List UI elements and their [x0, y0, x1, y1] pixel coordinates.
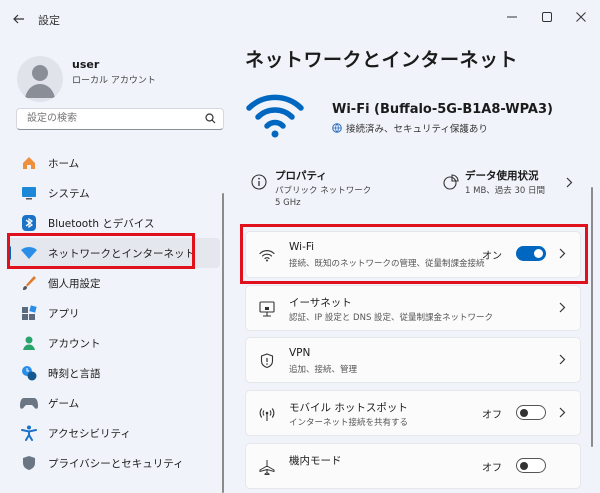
shield-icon	[258, 352, 276, 370]
airplane-mode-card[interactable]: 機内モード オフ	[245, 443, 581, 489]
highlight-box-network	[7, 233, 195, 269]
minimize-icon	[507, 16, 517, 18]
minimize-button[interactable]	[497, 6, 527, 28]
time-language-icon	[20, 364, 38, 382]
hotspot-icon	[258, 405, 276, 423]
app-title: 設定	[38, 14, 60, 27]
gaming-icon	[20, 394, 38, 412]
sidebar-item-label: アプリ	[48, 307, 80, 320]
accessibility-icon	[20, 424, 38, 442]
account-icon	[20, 334, 38, 352]
sidebar-item-label: ゲーム	[48, 397, 80, 410]
account-type: ローカル アカウント	[72, 76, 156, 86]
nav-list: ホーム システム Bluetooth とデバイス ネットワークとインターネット …	[8, 148, 220, 478]
close-icon	[576, 12, 586, 22]
search-icon[interactable]	[205, 113, 216, 124]
pie-chart-icon	[443, 174, 459, 190]
card-subtitle: 追加、接続、管理	[289, 365, 358, 375]
card-subtitle: インターネット接続を共有する	[289, 418, 409, 428]
maximize-button[interactable]	[532, 6, 562, 28]
toggle-state-label: オフ	[482, 410, 502, 421]
connection-status-text: 接続済み、セキュリティ保護あり	[346, 124, 488, 135]
toggle-state-label: オフ	[482, 463, 502, 474]
ethernet-icon	[258, 300, 276, 318]
brush-icon	[20, 274, 38, 292]
card-title: モバイル ホットスポット	[289, 402, 408, 414]
data-usage-button[interactable]: データ使用状況 1 MB、過去 30 日間	[441, 158, 581, 212]
chevron-right-icon	[559, 354, 566, 365]
hotspot-card[interactable]: モバイル ホットスポット インターネット接続を共有する オフ	[245, 390, 581, 436]
sidebar-item-apps[interactable]: アプリ	[8, 298, 220, 328]
network-band: 5 GHz	[275, 198, 301, 208]
network-profile: パブリック ネットワーク	[275, 186, 372, 196]
connection-name: Wi-Fi (Buffalo-5G-B1A8-WPA3)	[332, 102, 553, 117]
chevron-right-icon	[566, 177, 573, 188]
title-bar: 設定	[0, 0, 600, 36]
user-icon	[25, 65, 55, 98]
vpn-card[interactable]: VPN 追加、接続、管理	[245, 337, 581, 383]
sidebar-item-label: アクセシビリティ	[48, 427, 131, 440]
search-box[interactable]	[16, 108, 224, 130]
user-name: user	[72, 58, 100, 71]
sidebar-item-personalization[interactable]: 個人用設定	[8, 268, 220, 298]
bluetooth-icon	[20, 214, 38, 232]
main-scrollbar[interactable]	[591, 187, 593, 447]
wifi-hero-icon	[246, 94, 304, 138]
hotspot-toggle[interactable]	[516, 405, 546, 420]
chevron-right-icon	[559, 407, 566, 418]
highlight-box-wifi	[240, 224, 588, 284]
card-title: イーサネット	[289, 297, 352, 309]
properties-row: プロパティ パブリック ネットワーク 5 GHz データ使用状況 1 MB、過去…	[245, 158, 581, 212]
sidebar-item-system[interactable]: システム	[8, 178, 220, 208]
home-icon	[20, 154, 38, 172]
apps-icon	[20, 304, 38, 322]
sidebar-item-time-language[interactable]: 時刻と言語	[8, 358, 220, 388]
connection-status: 接続済み、セキュリティ保護あり	[332, 121, 488, 135]
avatar[interactable]	[17, 56, 63, 102]
sidebar-item-accessibility[interactable]: アクセシビリティ	[8, 418, 220, 448]
page-title: ネットワークとインターネット	[245, 49, 519, 71]
maximize-icon	[542, 12, 552, 22]
card-title: VPN	[289, 347, 311, 359]
sidebar-scrollbar[interactable]	[222, 193, 224, 493]
properties-button[interactable]: プロパティ パブリック ネットワーク 5 GHz	[245, 158, 435, 212]
sidebar-item-home[interactable]: ホーム	[8, 148, 220, 178]
sidebar-item-label: プライバシーとセキュリティ	[48, 457, 184, 470]
sidebar-item-label: システム	[48, 187, 90, 200]
card-title: 機内モード	[289, 455, 342, 467]
chevron-right-icon	[559, 302, 566, 313]
sidebar-item-accounts[interactable]: アカウント	[8, 328, 220, 358]
back-button[interactable]	[8, 8, 30, 30]
back-arrow-icon	[13, 14, 24, 24]
globe-icon	[332, 123, 342, 133]
properties-title: プロパティ	[275, 170, 327, 182]
sidebar-item-label: ホーム	[48, 157, 80, 170]
sidebar-item-label: アカウント	[48, 337, 101, 350]
info-icon	[251, 174, 267, 190]
sidebar-item-label: 個人用設定	[48, 277, 101, 290]
data-usage-title: データ使用状況	[465, 170, 539, 182]
search-input[interactable]	[25, 112, 209, 125]
sidebar-item-gaming[interactable]: ゲーム	[8, 388, 220, 418]
airplane-icon	[258, 458, 276, 476]
card-subtitle: 認証、IP 設定と DNS 設定、従量制課金ネットワーク	[289, 313, 494, 323]
sidebar-item-privacy[interactable]: プライバシーとセキュリティ	[8, 448, 220, 478]
sidebar-item-label: 時刻と言語	[48, 367, 101, 380]
close-button[interactable]	[566, 6, 596, 28]
privacy-icon	[20, 454, 38, 472]
ethernet-card[interactable]: イーサネット 認証、IP 設定と DNS 設定、従量制課金ネットワーク	[245, 285, 581, 331]
data-usage-value: 1 MB、過去 30 日間	[465, 186, 545, 196]
system-icon	[20, 184, 38, 202]
sidebar-item-label: Bluetooth とデバイス	[48, 217, 155, 230]
